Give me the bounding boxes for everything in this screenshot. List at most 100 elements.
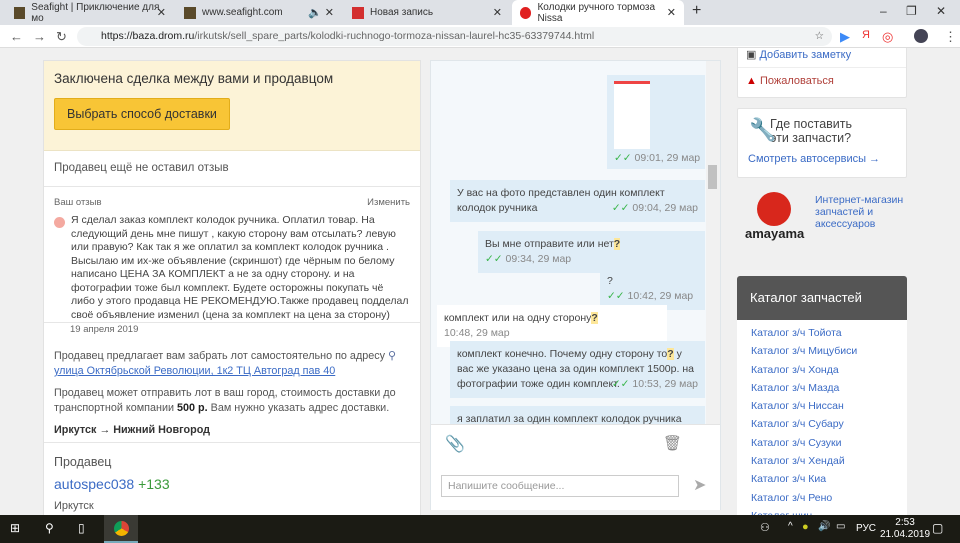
- catalog-link[interactable]: Каталог з/ч Ниссан: [751, 397, 907, 415]
- pickup-address-link[interactable]: улица Октябрьской Революции, 1к2 ТЦ Авто…: [54, 365, 335, 377]
- forward-icon[interactable]: →: [33, 29, 46, 44]
- read-check-icon: ✓✓: [614, 152, 632, 164]
- message-outgoing: У вас на фото представлен один комплект …: [450, 180, 705, 222]
- catalog-link[interactable]: Каталог з/ч Рено: [751, 489, 907, 507]
- chat-scrollbar[interactable]: [706, 61, 720, 424]
- service-box: 🔧 Где поставить эти запчасти? Смотреть а…: [737, 108, 907, 178]
- tab-favicon: [184, 6, 196, 19]
- search-icon[interactable]: ⚲: [45, 521, 54, 535]
- trash-icon[interactable]: 🗑: [663, 434, 682, 452]
- yandex-icon[interactable]: Я: [862, 29, 870, 41]
- choose-delivery-button[interactable]: Выбрать способ доставки: [54, 98, 230, 130]
- tab-favicon: [520, 6, 532, 19]
- url-input[interactable]: https://baza.drom.ru/irkutsk/sell_spare_…: [77, 27, 832, 46]
- read-check-icon: ✓✓: [611, 378, 630, 390]
- tab-favicon: [14, 6, 26, 19]
- deal-panel: Заключена сделка между вами и продавцом …: [43, 60, 421, 515]
- note-icon: ▣: [746, 49, 757, 61]
- extension-target-icon[interactable]: ◎: [882, 29, 893, 45]
- catalog-list: Каталог з/ч Тойота Каталог з/ч Мицубиси Ка…: [737, 320, 907, 515]
- menu-icon[interactable]: ⋮: [944, 29, 957, 45]
- right-sidebar: ▣ Добавить заметку ▲ Пожаловаться 🔧 Где …: [737, 48, 907, 515]
- catalog-link[interactable]: Каталог шин: [751, 507, 907, 515]
- seller-review-status: Продавец ещё не оставил отзыв: [44, 151, 420, 187]
- clock[interactable]: 2:53 21.04.2019: [880, 517, 930, 541]
- notifications-icon[interactable]: ▢: [932, 521, 943, 535]
- chrome-icon: [114, 521, 129, 536]
- screenshot-thumbnail[interactable]: [614, 81, 650, 149]
- close-window-button[interactable]: ✕: [936, 4, 946, 18]
- message-list: ✓✓ 09:01, 29 мар У вас на фото представл…: [431, 61, 707, 424]
- tab-strip: Seafight | Приключение для мо ✕ www.seafi…: [0, 0, 960, 25]
- wrench-icon: 🔧: [749, 117, 777, 142]
- add-note-link[interactable]: Добавить заметку: [759, 49, 851, 61]
- task-view-icon[interactable]: ▯: [78, 521, 85, 535]
- read-check-icon: ✓✓: [611, 202, 630, 214]
- complain-link[interactable]: Пожаловаться: [760, 75, 834, 87]
- negative-face-icon: [54, 217, 65, 228]
- tray-app-icon[interactable]: ●: [802, 521, 809, 533]
- catalog-link[interactable]: Каталог з/ч Тойота: [751, 324, 907, 342]
- catalog-link[interactable]: Каталог з/ч Мазда: [751, 379, 907, 397]
- people-icon[interactable]: ⚇: [760, 521, 770, 534]
- parts-catalog: Каталог запчастей Каталог з/ч Тойота Ката…: [737, 276, 907, 515]
- warning-icon: ▲: [746, 75, 757, 87]
- message-outgoing: ? ✓✓ 10:42, 29 мар: [600, 268, 705, 310]
- your-review: Ваш отзыв Изменить Я сделал заказ комплек…: [44, 187, 420, 335]
- read-check-icon: ✓✓: [607, 290, 625, 302]
- close-tab-icon[interactable]: ✕: [493, 6, 502, 19]
- bookmark-star-icon[interactable]: ☆: [815, 27, 824, 46]
- message-outgoing: я заплатил за один комплект колодок ручн…: [450, 406, 705, 424]
- tab-seafight-com[interactable]: www.seafight.com 🔈 ✕: [176, 0, 342, 25]
- catalog-link[interactable]: Каталог з/ч Субару: [751, 415, 907, 433]
- catalog-heading: Каталог запчастей: [737, 276, 907, 320]
- message-outgoing: комплект конечно. Почему одну сторону то…: [450, 341, 705, 398]
- close-tab-icon[interactable]: 🔈 ✕: [308, 6, 334, 19]
- chrome-taskbar-button[interactable]: [104, 515, 138, 543]
- new-tab-button[interactable]: +: [692, 2, 701, 20]
- address-bar: ← → ↻ https://baza.drom.ru/irkutsk/sell_…: [0, 25, 960, 48]
- location-pin-icon: ⚲: [388, 350, 396, 362]
- catalog-link[interactable]: Каталог з/ч Киа: [751, 470, 907, 488]
- amayama-logo-icon: [757, 192, 791, 226]
- tab-favicon: [352, 6, 364, 19]
- windows-taskbar: ⊞ ⚲ ▯ ⚇ ^ ● 🔊 ▭ РУС 2:53 21.04.2019 ▢: [0, 515, 960, 543]
- close-tab-icon[interactable]: ✕: [667, 6, 676, 19]
- message-input[interactable]: Напишите сообщение...: [441, 475, 679, 497]
- reload-icon[interactable]: ↻: [56, 29, 67, 45]
- edit-review-link[interactable]: Изменить: [367, 197, 410, 208]
- back-icon[interactable]: ←: [10, 29, 23, 44]
- catalog-link[interactable]: Каталог з/ч Мицубиси: [751, 342, 907, 360]
- tray-chevron-icon[interactable]: ^: [788, 521, 793, 532]
- catalog-link[interactable]: Каталог з/ч Хендай: [751, 452, 907, 470]
- page-content: Заключена сделка между вами и продавцом …: [0, 48, 960, 515]
- deal-header: Заключена сделка между вами и продавцом …: [44, 61, 420, 151]
- actions-box: ▣ Добавить заметку ▲ Пожаловаться: [737, 48, 907, 98]
- message-outgoing: Вы мне отправите или нет? ✓✓ 09:34, 29 м…: [478, 231, 705, 273]
- profile-avatar[interactable]: [914, 29, 928, 43]
- extension-icon[interactable]: ▶: [840, 29, 850, 45]
- catalog-link[interactable]: Каталог з/ч Хонда: [751, 361, 907, 379]
- tab-new-post[interactable]: Новая запись ✕: [344, 0, 510, 25]
- chat-panel: ✓✓ 09:01, 29 мар У вас на фото представл…: [430, 60, 721, 510]
- maximize-button[interactable]: ❐: [906, 4, 917, 18]
- attach-paperclip-icon[interactable]: 📎: [445, 434, 465, 454]
- send-icon[interactable]: ➤: [693, 475, 706, 495]
- seller-block: Продавец autospec038 +133 Иркутск: [54, 455, 170, 512]
- catalog-link[interactable]: Каталог з/ч Сузуки: [751, 434, 907, 452]
- scrollbar-thumb[interactable]: [708, 165, 717, 189]
- network-icon[interactable]: ▭: [836, 521, 845, 532]
- close-tab-icon[interactable]: ✕: [157, 6, 166, 19]
- tab-active-drom[interactable]: Колодки ручного тормоза Nissa ✕: [512, 0, 684, 25]
- minimize-button[interactable]: –: [880, 4, 887, 18]
- volume-icon[interactable]: 🔊: [818, 521, 830, 532]
- deal-title: Заключена сделка между вами и продавцом: [54, 71, 334, 86]
- message-composer: 📎 🗑 Напишите сообщение... ➤: [431, 424, 720, 510]
- read-check-icon: ✓✓: [485, 253, 503, 265]
- seller-link[interactable]: autospec038: [54, 476, 134, 492]
- amayama-ad[interactable]: amayama Интернет-магазин запчастей и акс…: [737, 190, 907, 262]
- windows-start-icon[interactable]: ⊞: [10, 521, 20, 535]
- language-indicator[interactable]: РУС: [856, 523, 876, 534]
- view-services-link[interactable]: Смотреть автосервисы →: [748, 153, 896, 165]
- tab-seafight[interactable]: Seafight | Приключение для мо ✕: [6, 0, 174, 25]
